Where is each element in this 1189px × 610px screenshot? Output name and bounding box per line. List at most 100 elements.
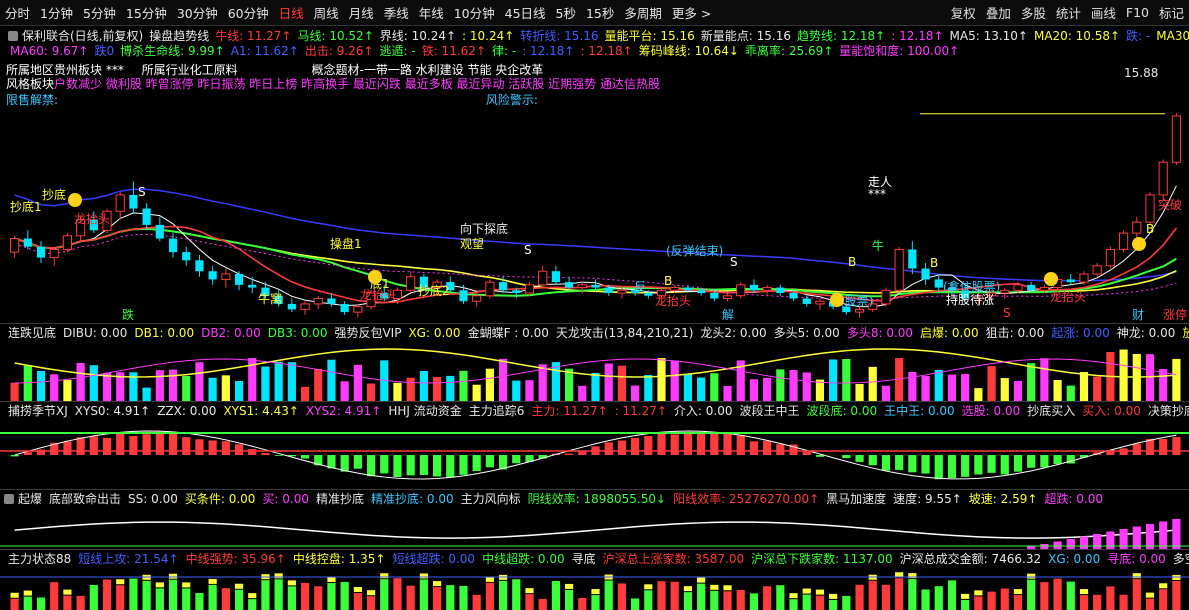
- period-tab-10[interactable]: 年线: [414, 3, 449, 22]
- volume-bar: [697, 377, 706, 401]
- osc-bar: [446, 455, 455, 478]
- state-bar: [604, 580, 613, 610]
- state-bar: [1066, 581, 1075, 610]
- candle-body: [921, 268, 930, 280]
- period-tab-2[interactable]: 5分钟: [78, 3, 121, 22]
- period-tab-6[interactable]: 日线: [274, 3, 309, 22]
- osc-bar: [842, 455, 851, 459]
- period-tab-13[interactable]: 5秒: [551, 3, 581, 22]
- osc-bar: [604, 442, 613, 455]
- state-cap: [644, 584, 653, 590]
- state-bar: [248, 599, 257, 610]
- volume-bar: [881, 385, 891, 401]
- state-bar: [1106, 586, 1115, 610]
- state-cap: [116, 579, 125, 585]
- candle-body: [1158, 161, 1168, 196]
- concept-text: 概念题材-一带一路 水利建设 节能 央企改革: [311, 63, 544, 77]
- state-bar: [1159, 589, 1168, 610]
- candle-body: [776, 287, 785, 294]
- tool-button-4[interactable]: 画线: [1086, 3, 1121, 22]
- state-cap: [208, 578, 217, 584]
- tool-button-3[interactable]: 统计: [1051, 3, 1086, 22]
- info2-value-12: 量能饱和度: 100.00↑: [839, 44, 960, 58]
- kline-chart[interactable]: [0, 105, 1189, 323]
- period-tab-3[interactable]: 15分钟: [121, 3, 172, 22]
- state-cap: [234, 583, 244, 589]
- state-bar: [525, 594, 534, 610]
- vol-panel-value-10: 多头5: 0.00: [773, 326, 840, 340]
- osc-bar: [221, 441, 230, 455]
- capture-panel-value-11: 波段底: 0.00: [806, 404, 878, 418]
- panel-settings-icon[interactable]: [4, 493, 14, 504]
- period-tab-12[interactable]: 45日线: [500, 3, 551, 22]
- period-tab-11[interactable]: 10分钟: [449, 3, 500, 22]
- state-cap: [155, 582, 164, 588]
- candle-body: [472, 295, 482, 302]
- state-bar: [76, 595, 85, 610]
- period-tab-16[interactable]: 更多 >: [667, 3, 716, 22]
- volume-bar: [498, 358, 508, 401]
- osc-bar: [1027, 455, 1036, 468]
- capture-panel-chart[interactable]: [0, 419, 1189, 489]
- volume-bar: [195, 362, 204, 401]
- rise-panel-chart[interactable]: [0, 507, 1189, 549]
- osc-bar: [921, 455, 930, 474]
- state-cap: [10, 592, 19, 598]
- period-tab-8[interactable]: 月线: [344, 3, 379, 22]
- vol-panel-chart[interactable]: [0, 341, 1189, 401]
- candle-body: [710, 293, 719, 299]
- tool-button-5[interactable]: F10: [1121, 5, 1154, 20]
- info2-value-3: A1: 11.62↑: [230, 44, 299, 58]
- volume-bar: [710, 373, 719, 401]
- volume-bar: [1027, 363, 1036, 401]
- period-tab-1[interactable]: 1分钟: [35, 3, 78, 22]
- period-tab-0[interactable]: 分时: [0, 3, 35, 22]
- tool-button-0[interactable]: 复权: [946, 3, 981, 22]
- period-tab-9[interactable]: 季线: [379, 3, 414, 22]
- osc-bar: [1000, 455, 1009, 475]
- state-bar: [1172, 580, 1181, 610]
- period-tab-5[interactable]: 60分钟: [223, 3, 274, 22]
- candle-body: [76, 218, 86, 237]
- state-panel-value-1: 短线上攻: 21.54↑: [78, 552, 179, 566]
- vol-panel-value-15: 神龙: 0.00: [1116, 326, 1176, 340]
- candle-body: [36, 246, 46, 258]
- candle-body: [551, 271, 560, 283]
- period-tab-7[interactable]: 周线: [309, 3, 344, 22]
- period-tab-4[interactable]: 30分钟: [172, 3, 223, 22]
- rise-panel-value-9: 阳线效率: 25276270.00↑: [673, 492, 820, 506]
- settings-icon[interactable]: [8, 31, 18, 41]
- candle-body: [934, 279, 943, 288]
- state-bar: [815, 595, 825, 610]
- state-bar: [366, 596, 376, 610]
- state-bar: [1145, 598, 1155, 610]
- volume-bar: [1066, 385, 1075, 401]
- capture-panel-value-3: XYS1: 4.43↑: [223, 403, 299, 418]
- period-tab-14[interactable]: 15秒: [581, 3, 619, 22]
- candle-body: [432, 281, 442, 289]
- state-panel-chart[interactable]: [0, 567, 1189, 610]
- rise-panel-value-2: SS: 0.00: [128, 491, 178, 506]
- info1-value-1: 操盘趋势线: [149, 29, 210, 43]
- info1-value-14: MA30: 10.23↑: [1156, 29, 1189, 43]
- state-bar: [881, 584, 891, 610]
- tool-button-2[interactable]: 多股: [1016, 3, 1051, 22]
- tool-button-1[interactable]: 叠加: [981, 3, 1016, 22]
- candle-body: [947, 287, 957, 291]
- osc-bar: [776, 444, 785, 455]
- period-tab-15[interactable]: 多周期: [619, 3, 667, 22]
- osc-bar: [102, 437, 112, 455]
- volume-bar: [631, 385, 640, 401]
- tool-tabs: 复权 叠加 多股 统计 画线 F10 标记: [946, 0, 1189, 25]
- style-row: 风格板块户数减少 微利股 昨曾涨停 昨日振荡 昨日上榜 昨高换手 最近闪跌 最近…: [6, 76, 706, 93]
- volume-bar: [168, 369, 178, 401]
- state-panel-value-6: 寻底: [571, 552, 596, 566]
- state-cap: [1013, 589, 1023, 595]
- state-panel-value-4: 短线超跌: 0.00: [392, 552, 476, 566]
- candle-body: [881, 289, 891, 305]
- volume-bar: [763, 377, 772, 401]
- candle-body: [986, 292, 997, 297]
- tool-button-6[interactable]: 标记: [1154, 3, 1189, 22]
- candle-body: [829, 301, 838, 307]
- osc-bar: [934, 455, 943, 480]
